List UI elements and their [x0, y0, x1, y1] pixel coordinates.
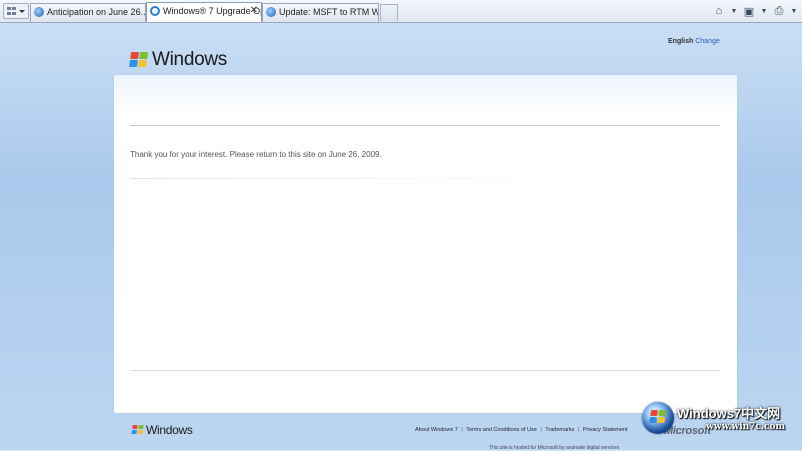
current-language: English — [668, 38, 694, 45]
footer-separator: | — [577, 427, 580, 433]
tab-update-rtm[interactable]: Update: MSFT to RTM Windo... — [262, 3, 379, 22]
tab-bar: Anticipation on June 26...Is ... Windows… — [0, 0, 802, 23]
chevron-down-icon[interactable]: ▼ — [730, 8, 738, 15]
tab-anticipation[interactable]: Anticipation on June 26...Is ... — [30, 3, 146, 22]
footer-windows-logo[interactable]: Windows — [131, 423, 193, 437]
header-fade — [114, 75, 737, 113]
print-icon[interactable]: ⎙ — [772, 5, 786, 18]
site-favicon-icon — [34, 7, 44, 17]
watermark-url: www.win7c.com — [706, 422, 786, 432]
home-icon[interactable]: ⌂ — [712, 5, 726, 17]
new-tab-button[interactable] — [380, 4, 398, 21]
tab-label: Update: MSFT to RTM Windo... — [279, 7, 378, 17]
change-language-link[interactable]: Change — [695, 38, 720, 45]
windows-flag-icon — [649, 410, 667, 425]
close-tab-icon[interactable]: ✕ — [250, 3, 258, 19]
divider — [130, 178, 590, 179]
chevron-down-icon — [19, 10, 25, 13]
footer-links: About Windows 7 | Terms and Conditions o… — [415, 427, 628, 433]
content-card: Thank you for your interest. Please retu… — [114, 75, 737, 413]
footer-separator: | — [540, 427, 542, 433]
footer-link-privacy[interactable]: Privacy Statement — [583, 427, 628, 433]
hosted-note: This site is hosted for Microsoft by ava… — [489, 445, 620, 451]
divider — [130, 125, 720, 126]
chevron-down-icon[interactable]: ▼ — [790, 8, 798, 15]
brand-text: Windows — [152, 49, 227, 70]
windows-flag-icon — [131, 425, 144, 435]
tab-label: Anticipation on June 26...Is ... — [47, 7, 146, 17]
quick-tabs-icon — [7, 7, 16, 15]
footer-brand-text: Windows — [146, 423, 193, 437]
feeds-icon[interactable]: ▣ — [742, 5, 756, 18]
site-favicon-icon — [266, 7, 276, 17]
windows-logo[interactable]: Windows — [129, 49, 227, 71]
tab-windows7-upgrade[interactable]: Windows® 7 Upgrade Op... ✕ — [146, 2, 262, 22]
command-bar: ⌂ ▼ ▣ ▼ ⎙ ▼ — [712, 2, 798, 20]
footer-link-about[interactable]: About Windows 7 — [415, 427, 458, 433]
watermark-title: Windows7中文网 — [677, 406, 781, 421]
return-message: Thank you for your interest. Please retu… — [130, 150, 382, 159]
language-selector: English Change — [668, 38, 720, 45]
ie-favicon-icon — [150, 6, 160, 16]
site-watermark: Windows7中文网 www.win7c.com — [642, 402, 802, 438]
windows-flag-icon — [129, 52, 149, 68]
divider — [130, 370, 720, 371]
quick-tabs-button[interactable] — [3, 3, 29, 19]
windows-orb-icon — [642, 402, 674, 434]
page-container: Windows English Change Thank you for you… — [114, 23, 737, 451]
footer-link-trademarks[interactable]: Trademarks — [545, 427, 574, 433]
tab-label: Windows® 7 Upgrade Op... — [163, 6, 262, 16]
footer-separator: | — [461, 427, 463, 433]
chevron-down-icon[interactable]: ▼ — [760, 8, 768, 15]
footer-link-terms[interactable]: Terms and Conditions of Use — [466, 427, 537, 433]
